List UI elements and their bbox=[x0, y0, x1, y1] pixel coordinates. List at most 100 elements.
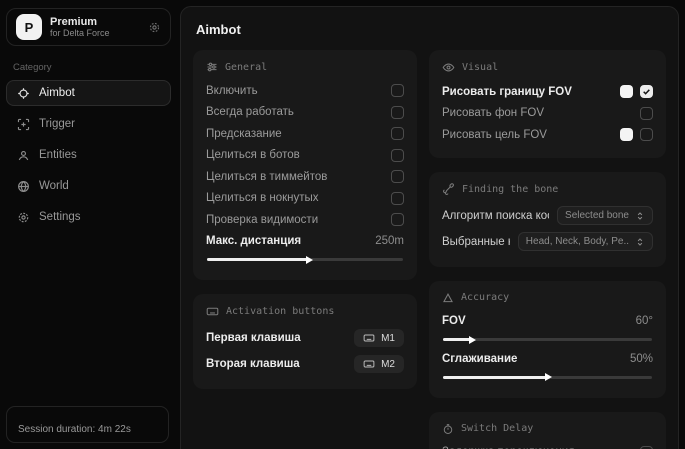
bone-algorithm-dropdown[interactable]: Selected bone bbox=[557, 206, 653, 225]
sidebar-item-label: Aimbot bbox=[39, 87, 75, 99]
main-panel: Aimbot General Включить bbox=[180, 6, 679, 449]
eye-icon bbox=[442, 61, 455, 74]
general-card-header: General bbox=[206, 61, 404, 73]
visual-card-header: Visual bbox=[442, 61, 653, 74]
trigger-icon bbox=[17, 118, 30, 131]
brand-text: Premium for Delta Force bbox=[50, 16, 110, 39]
dropdown-label: Выбранные кос bbox=[442, 236, 510, 248]
sidebar-item-label: Settings bbox=[39, 211, 81, 223]
toggle-row-target-knocked: Целиться в нокнутых bbox=[206, 188, 404, 210]
toggle-row-target-teammates: Целиться в тиммейтов bbox=[206, 166, 404, 188]
brand-card: P Premium for Delta Force bbox=[6, 8, 171, 46]
checkbox[interactable] bbox=[391, 192, 404, 205]
visual-row-fov-border: Рисовать границу FOV bbox=[442, 81, 653, 103]
sidebar-item-settings[interactable]: Settings bbox=[6, 204, 171, 230]
session-duration-text: Session duration: 4m 22s bbox=[18, 424, 131, 435]
chevron-up-down-icon bbox=[635, 211, 645, 221]
sidebar-item-aimbot[interactable]: Aimbot bbox=[6, 80, 171, 106]
brand-logo: P bbox=[16, 14, 42, 40]
keybind-button-secondary[interactable]: M2 bbox=[354, 355, 404, 373]
keybind-value: M1 bbox=[381, 333, 395, 344]
chevron-up-down-icon bbox=[635, 237, 645, 247]
sidebar-item-trigger[interactable]: Trigger bbox=[6, 111, 171, 137]
visual-label: Рисовать цель FOV bbox=[442, 129, 547, 141]
keybind-label: Вторая клавиша bbox=[206, 358, 300, 370]
slider-label: FOV bbox=[442, 315, 466, 327]
keyboard-icon bbox=[363, 332, 375, 344]
checkbox[interactable] bbox=[391, 149, 404, 162]
toggle-label: Целиться в тиммейтов bbox=[206, 171, 327, 183]
checkbox[interactable] bbox=[391, 213, 404, 226]
switch-delay-card: Switch Delay Задержка переключения Задер… bbox=[429, 412, 666, 449]
bone-card-header: Finding the bone bbox=[442, 183, 653, 196]
toggle-row-prediction: Предсказание bbox=[206, 123, 404, 145]
keybind-row-secondary: Вторая клавиша M2 bbox=[206, 351, 404, 377]
slider-thumb[interactable] bbox=[306, 256, 313, 264]
visual-label: Рисовать границу FOV bbox=[442, 86, 572, 98]
slider-value: 60° bbox=[636, 315, 653, 327]
visual-row-fov-background: Рисовать фон FOV bbox=[442, 103, 653, 125]
max-distance-slider[interactable] bbox=[207, 255, 403, 264]
activation-card-header: Activation buttons bbox=[206, 305, 404, 318]
globe-icon bbox=[17, 180, 30, 193]
bone-icon bbox=[442, 183, 455, 196]
visual-row-fov-target: Рисовать цель FOV bbox=[442, 124, 653, 146]
card-header-label: Accuracy bbox=[461, 292, 509, 303]
toggle-label: Проверка видимости bbox=[206, 214, 318, 226]
sidebar-nav: Aimbot Trigger Entities bbox=[0, 80, 177, 230]
checkbox[interactable] bbox=[640, 128, 653, 141]
checkbox[interactable] bbox=[640, 85, 653, 98]
checkbox[interactable] bbox=[391, 127, 404, 140]
selected-bones-dropdown[interactable]: Head, Neck, Body, Pe.. bbox=[518, 232, 653, 251]
sidebar-item-label: World bbox=[39, 180, 69, 192]
color-swatch[interactable] bbox=[620, 85, 633, 98]
max-distance-row: Макс. дистанция 250m bbox=[206, 231, 404, 253]
page-title: Aimbot bbox=[196, 22, 666, 37]
slider-value: 50% bbox=[630, 353, 653, 365]
checkbox[interactable] bbox=[640, 107, 653, 120]
keybind-button-primary[interactable]: M1 bbox=[354, 329, 404, 347]
slider-label: Макс. дистанция bbox=[206, 235, 301, 247]
crosshair-icon bbox=[17, 87, 30, 100]
color-swatch[interactable] bbox=[620, 128, 633, 141]
category-label: Category bbox=[13, 62, 164, 73]
slider-thumb[interactable] bbox=[545, 373, 552, 381]
toggle-label: Целиться в нокнутых bbox=[206, 192, 319, 204]
slider-value: 250m bbox=[375, 235, 404, 247]
smoothing-row: Сглаживание 50% bbox=[442, 348, 653, 370]
toggle-label: Всегда работать bbox=[206, 106, 294, 118]
stopwatch-icon bbox=[442, 423, 454, 435]
keyboard-icon bbox=[363, 358, 375, 370]
general-card: General Включить Всегда работать Предска… bbox=[193, 50, 417, 280]
slider-label: Сглаживание bbox=[442, 353, 517, 365]
card-header-label: Finding the bone bbox=[462, 184, 558, 195]
entities-icon bbox=[17, 149, 30, 162]
card-header-label: Activation buttons bbox=[226, 306, 334, 317]
sidebar-item-label: Trigger bbox=[39, 118, 75, 130]
gear-icon[interactable] bbox=[148, 21, 161, 34]
switch-delay-toggle-row: Задержка переключения bbox=[442, 442, 653, 449]
checkbox[interactable] bbox=[391, 170, 404, 183]
sidebar-item-entities[interactable]: Entities bbox=[6, 142, 171, 168]
smoothing-slider[interactable] bbox=[443, 373, 652, 382]
finding-bone-card: Finding the bone Алгоритм поиска кост Se… bbox=[429, 172, 666, 267]
slider-thumb[interactable] bbox=[469, 336, 476, 344]
dropdown-value: Head, Neck, Body, Pe.. bbox=[526, 236, 629, 247]
fov-row: FOV 60° bbox=[442, 311, 653, 333]
card-header-label: Switch Delay bbox=[461, 423, 533, 434]
slider-fill bbox=[443, 338, 472, 341]
session-duration-box: Session duration: 4m 22s bbox=[6, 406, 169, 443]
visual-label: Рисовать фон FOV bbox=[442, 107, 544, 119]
fov-slider[interactable] bbox=[443, 335, 652, 344]
slider-fill bbox=[443, 376, 548, 379]
sidebar-item-world[interactable]: World bbox=[6, 173, 171, 199]
sliders-icon bbox=[206, 61, 218, 73]
checkbox[interactable] bbox=[391, 106, 404, 119]
checkbox[interactable] bbox=[391, 84, 404, 97]
keybind-row-primary: Первая клавиша M1 bbox=[206, 325, 404, 351]
switch-delay-card-header: Switch Delay bbox=[442, 423, 653, 435]
brand-title: Premium bbox=[50, 16, 110, 29]
toggle-row-target-bots: Целиться в ботов bbox=[206, 145, 404, 167]
keybind-label: Первая клавиша bbox=[206, 332, 301, 344]
toggle-row-enable: Включить bbox=[206, 80, 404, 102]
